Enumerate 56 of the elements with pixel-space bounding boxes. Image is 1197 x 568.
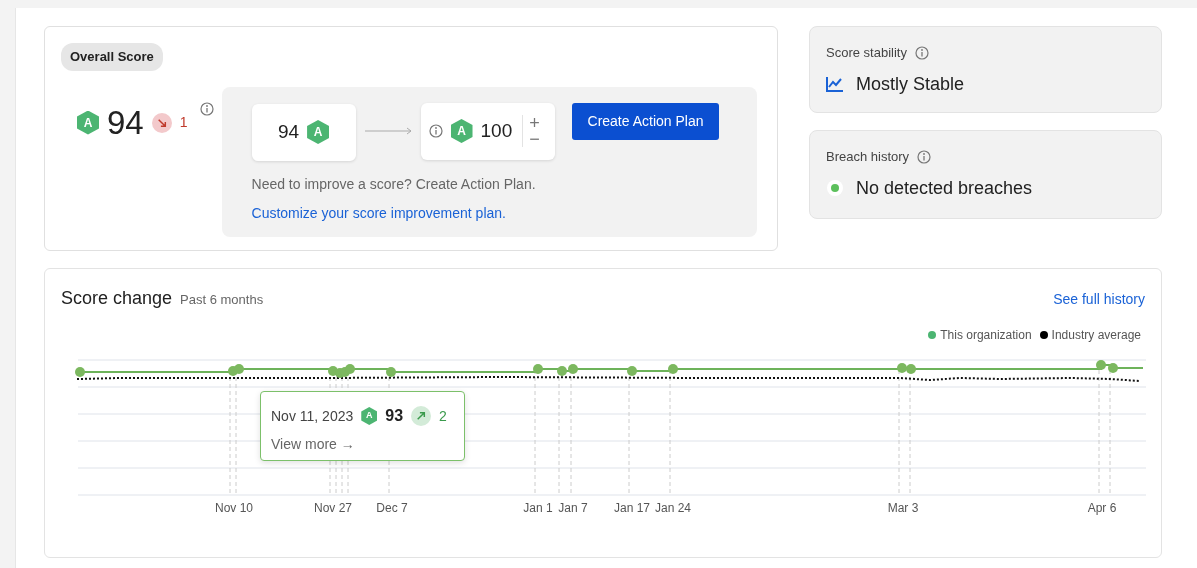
data-point[interactable] <box>533 364 543 374</box>
data-point[interactable] <box>557 366 567 376</box>
tooltip-change: 2 <box>439 406 447 426</box>
grade-badge: A <box>77 110 99 135</box>
full-history-link[interactable]: See full history <box>1053 289 1145 310</box>
info-icon[interactable] <box>199 102 214 117</box>
info-icon[interactable] <box>917 149 932 164</box>
legend-label: This organization <box>940 327 1032 344</box>
score-value: 100 <box>480 118 513 143</box>
data-point[interactable] <box>1108 363 1118 373</box>
score-value: 94 <box>277 119 300 144</box>
grade-badge: A <box>361 407 378 425</box>
tooltip-score: 93 <box>385 406 404 426</box>
axis-label: Dec 7 <box>376 501 408 515</box>
axis-label: Nov 27 <box>314 501 352 515</box>
legend-label: Industry average <box>1051 327 1141 344</box>
view-more-link[interactable]: View more → <box>271 434 355 455</box>
section-title: Score change <box>61 287 173 310</box>
grade-badge: A <box>450 119 473 143</box>
card-title: Breach history <box>826 148 910 166</box>
data-point[interactable] <box>668 364 678 374</box>
data-point[interactable] <box>1096 360 1106 370</box>
data-point[interactable] <box>386 367 396 377</box>
data-point[interactable] <box>345 364 355 374</box>
card-value: Mostly Stable <box>856 72 965 96</box>
axis-label: Mar 3 <box>887 501 919 515</box>
decrement-button[interactable]: − <box>529 131 540 148</box>
create-action-plan-button[interactable]: Create Action Plan <box>571 102 720 140</box>
info-icon[interactable] <box>428 124 443 138</box>
axis-label: Jan 24 <box>655 501 691 515</box>
section-subtitle: Past 6 months <box>180 291 264 309</box>
grade-badge: A <box>307 120 330 144</box>
increment-button[interactable]: + <box>529 114 540 131</box>
axis-label: Jan 7 <box>558 501 588 515</box>
axis-label: Nov 10 <box>215 501 253 515</box>
axis-label: Jan 17 <box>614 501 650 515</box>
section-label: Overall Score <box>61 43 163 71</box>
info-icon[interactable] <box>914 45 929 60</box>
data-point[interactable] <box>234 364 244 374</box>
data-point[interactable] <box>906 364 916 374</box>
tooltip-date: Nov 11, 2023 <box>271 406 354 426</box>
card-title: Score stability <box>826 44 907 62</box>
axis-label: Jan 1 <box>523 501 553 515</box>
customize-plan-link[interactable]: Customize your score improvement plan. <box>251 202 506 224</box>
score-value: 94 <box>107 106 144 139</box>
data-point[interactable] <box>75 367 85 377</box>
hint-text: Need to improve a score? Create Action Plan. <box>251 174 537 194</box>
axis-label: Apr 6 <box>1087 501 1117 515</box>
arrow-icon <box>364 126 413 135</box>
score-change: 1 <box>179 113 188 132</box>
data-point[interactable] <box>568 364 578 374</box>
data-point[interactable] <box>627 366 637 376</box>
line-chart-icon <box>826 76 844 92</box>
data-point[interactable] <box>897 363 907 373</box>
card-value: No detected breaches <box>856 176 1033 200</box>
status-dot <box>826 179 844 197</box>
